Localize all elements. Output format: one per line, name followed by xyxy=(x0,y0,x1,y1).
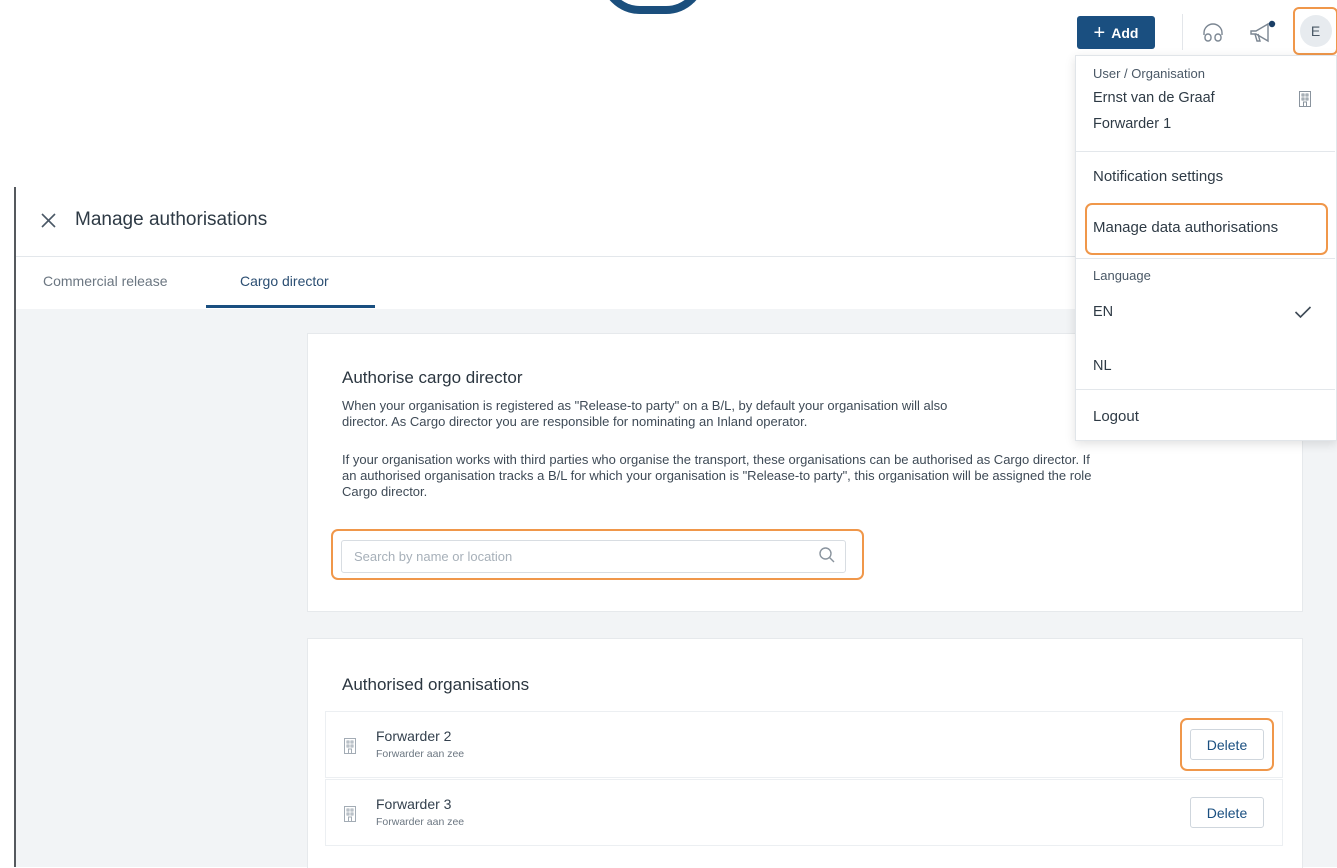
delete-button[interactable]: Delete xyxy=(1190,797,1264,828)
building-icon xyxy=(343,738,357,754)
list-item xyxy=(325,779,1283,846)
page-title: Manage authorisations xyxy=(75,209,268,230)
org-location: Forwarder aan zee xyxy=(376,748,465,760)
menu-item-lang-nl[interactable]: NL xyxy=(1093,358,1112,374)
menu-divider xyxy=(1076,389,1335,390)
menu-item-manage-data-authorisations[interactable]: Manage data authorisations xyxy=(1093,219,1278,236)
org-name: Forwarder 2 xyxy=(376,728,452,744)
add-button-label: Add xyxy=(1111,24,1139,41)
menu-org-name: Forwarder 1 xyxy=(1093,116,1172,132)
tab-commercial-release[interactable]: Commercial release xyxy=(43,273,167,289)
menu-divider xyxy=(1076,151,1335,152)
building-icon[interactable] xyxy=(1298,91,1312,107)
description-line: Cargo director. xyxy=(342,484,428,499)
user-avatar-button[interactable]: E xyxy=(1293,7,1337,55)
description-line: If your organisation works with third pa… xyxy=(342,452,1090,467)
search-input[interactable] xyxy=(341,540,846,573)
authorise-heading: Authorise cargo director xyxy=(342,368,523,387)
megaphone-icon[interactable] xyxy=(1248,19,1276,47)
toolbar-divider xyxy=(1182,14,1183,50)
check-icon xyxy=(1294,305,1312,319)
menu-divider xyxy=(1076,258,1335,259)
avatar-initial: E xyxy=(1310,23,1321,39)
description-line: an authorised organisation tracks a B/L … xyxy=(342,468,1092,483)
menu-section-label: User / Organisation xyxy=(1093,66,1205,81)
menu-user-name: Ernst van de Graaf xyxy=(1093,90,1215,106)
add-button[interactable]: + Add xyxy=(1077,16,1155,49)
menu-item-notification-settings[interactable]: Notification settings xyxy=(1093,168,1223,185)
heading-fragment xyxy=(600,0,706,14)
org-location: Forwarder aan zee xyxy=(376,816,465,828)
org-name: Forwarder 3 xyxy=(376,796,452,812)
authorised-orgs-heading: Authorised organisations xyxy=(342,675,530,694)
delete-button[interactable]: Delete xyxy=(1190,729,1264,760)
headset-icon[interactable] xyxy=(1199,19,1227,47)
menu-item-logout[interactable]: Logout xyxy=(1093,408,1139,425)
search-icon[interactable] xyxy=(817,545,837,565)
menu-item-lang-en[interactable]: EN xyxy=(1093,304,1113,320)
avatar: E xyxy=(1299,15,1332,47)
tab-cargo-director[interactable]: Cargo director xyxy=(240,273,329,289)
list-item xyxy=(325,711,1283,778)
close-icon[interactable] xyxy=(38,210,60,232)
building-icon xyxy=(343,806,357,822)
active-tab-indicator xyxy=(206,305,375,308)
menu-language-label: Language xyxy=(1093,268,1151,283)
plus-icon: + xyxy=(1093,21,1106,44)
